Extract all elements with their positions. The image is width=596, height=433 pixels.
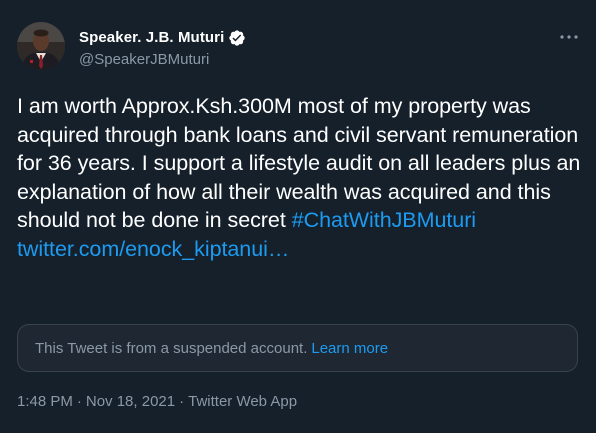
tweet-time[interactable]: 1:48 PM [17, 393, 73, 410]
external-link[interactable]: twitter.com/enock_kiptanui… [17, 237, 289, 261]
meta-separator: · [76, 393, 82, 410]
author-display-name[interactable]: Speaker. J.B. Muturi [79, 28, 224, 48]
author-name-row: Speaker. J.B. Muturi [79, 28, 246, 48]
tweet-card: Speaker. J.B. Muturi @SpeakerJBMuturi I … [0, 0, 596, 433]
suspended-account-notice: This Tweet is from a suspended account. … [17, 324, 578, 372]
tweet-date[interactable]: Nov 18, 2021 [86, 393, 175, 410]
notice-message: This Tweet is from a suspended account. [35, 339, 308, 357]
avatar-photo [17, 22, 65, 70]
tweet-client[interactable]: Twitter Web App [188, 393, 297, 410]
tweet-text: I am worth Approx.Ksh.300M most of my pr… [17, 92, 582, 264]
avatar[interactable] [17, 22, 65, 70]
verified-badge-icon [228, 29, 246, 47]
author-handle[interactable]: @SpeakerJBMuturi [79, 50, 246, 70]
meta-separator: · [179, 393, 185, 410]
learn-more-link[interactable]: Learn more [311, 340, 388, 357]
hashtag-link[interactable]: #ChatWithJBMuturi [292, 208, 476, 232]
tweet-metadata: 1:48 PM · Nov 18, 2021 · Twitter Web App [17, 392, 297, 412]
author-info: Speaker. J.B. Muturi @SpeakerJBMuturi [79, 28, 246, 70]
more-options-button[interactable] [558, 26, 580, 48]
more-horizontal-icon [560, 35, 578, 39]
